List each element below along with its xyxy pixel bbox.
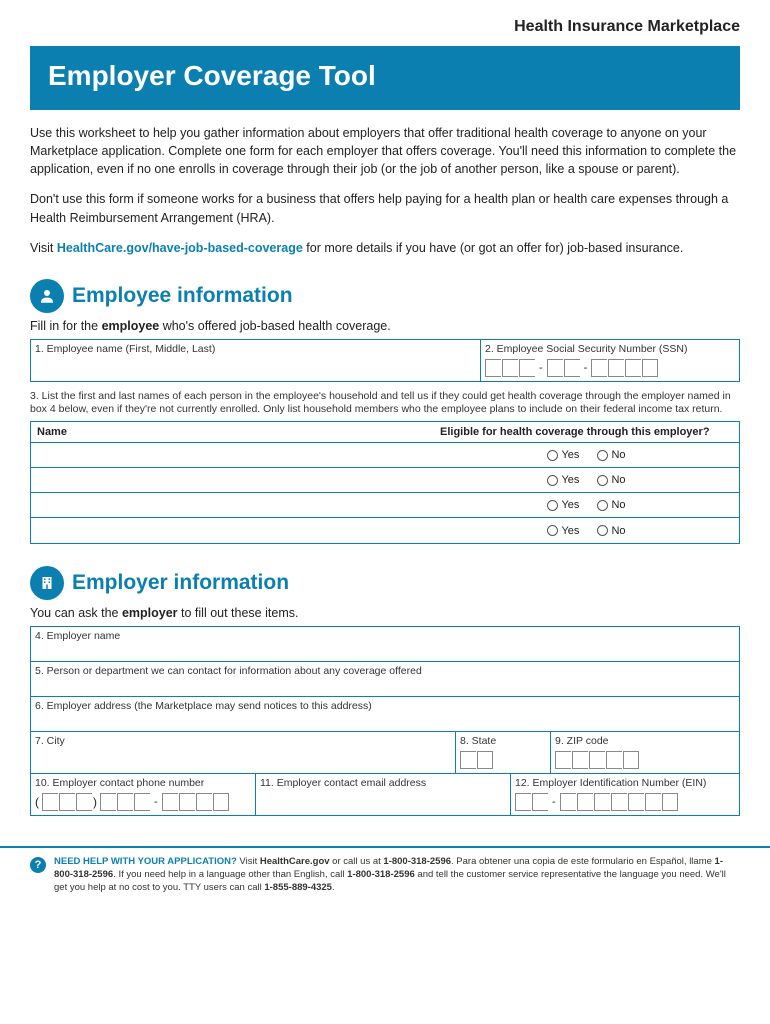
employer-city-field[interactable]: 7. City — [30, 732, 455, 773]
employer-state-field[interactable]: 8. State — [455, 732, 550, 773]
household-name-input[interactable] — [31, 529, 434, 533]
intro-p1: Use this worksheet to help you gather in… — [30, 124, 740, 178]
healthcare-link[interactable]: HealthCare.gov — [260, 856, 330, 867]
eligible-no-radio[interactable]: No — [597, 499, 625, 511]
household-header: Name Eligible for health coverage throug… — [31, 422, 739, 443]
employee-row-1: 1. Employee name (First, Middle, Last) 2… — [30, 339, 740, 382]
eligible-yes-radio[interactable]: Yes — [547, 449, 579, 461]
question-icon: ? — [30, 857, 46, 873]
household-row: Yes No — [31, 493, 739, 518]
employer-email-field[interactable]: 11. Employer contact email address — [255, 774, 510, 815]
employer-ein-field[interactable]: 12. Employer Identification Number (EIN)… — [510, 774, 740, 815]
help-text: NEED HELP WITH YOUR APPLICATION? Visit H… — [54, 856, 740, 894]
employer-subtext: You can ask the employer to fill out the… — [30, 606, 740, 620]
employer-zip-field[interactable]: 9. ZIP code — [550, 732, 740, 773]
employer-address-field[interactable]: 6. Employer address (the Marketplace may… — [30, 697, 740, 731]
employer-heading: Employer information — [72, 571, 289, 595]
employee-ssn-field[interactable]: 2. Employee Social Security Number (SSN)… — [480, 340, 740, 381]
page-title: Employer Coverage Tool — [30, 46, 740, 110]
ssn-boxes[interactable]: - - — [485, 357, 735, 379]
household-name-input[interactable] — [31, 503, 434, 507]
employer-contact-person-field[interactable]: 5. Person or department we can contact f… — [30, 662, 740, 696]
intro-text: Use this worksheet to help you gather in… — [30, 124, 740, 257]
employee-name-field[interactable]: 1. Employee name (First, Middle, Last) — [30, 340, 480, 381]
person-icon — [30, 279, 64, 313]
employer-fields: 4. Employer name 5. Person or department… — [30, 626, 740, 816]
building-icon — [30, 566, 64, 600]
household-row: Yes No — [31, 468, 739, 493]
employee-section-header: Employee information — [30, 279, 740, 313]
job-coverage-link[interactable]: HealthCare.gov/have-job-based-coverage — [57, 241, 303, 255]
household-row: Yes No — [31, 443, 739, 468]
eligible-yes-radio[interactable]: Yes — [547, 525, 579, 537]
household-name-input[interactable] — [31, 453, 434, 457]
household-name-input[interactable] — [31, 478, 434, 482]
eligible-yes-radio[interactable]: Yes — [547, 474, 579, 486]
household-table: Name Eligible for health coverage throug… — [30, 421, 740, 544]
employee-subtext: Fill in for the employee who's offered j… — [30, 319, 740, 333]
eligible-no-radio[interactable]: No — [597, 525, 625, 537]
employer-phone-field[interactable]: 10. Employer contact phone number ( ) - — [30, 774, 255, 815]
intro-p3: Visit HealthCare.gov/have-job-based-cove… — [30, 239, 740, 257]
intro-p2: Don't use this form if someone works for… — [30, 190, 740, 226]
household-row: Yes No — [31, 518, 739, 543]
eligible-no-radio[interactable]: No — [597, 449, 625, 461]
brand-title: Health Insurance Marketplace — [30, 18, 740, 36]
eligible-yes-radio[interactable]: Yes — [547, 499, 579, 511]
household-note: 3. List the first and last names of each… — [30, 390, 740, 417]
employer-section-header: Employer information — [30, 566, 740, 600]
help-footer: ? NEED HELP WITH YOUR APPLICATION? Visit… — [0, 846, 770, 908]
col-name: Name — [31, 422, 434, 442]
employer-name-field[interactable]: 4. Employer name — [30, 627, 740, 661]
employee-heading: Employee information — [72, 284, 293, 308]
eligible-no-radio[interactable]: No — [597, 474, 625, 486]
col-eligible: Eligible for health coverage through thi… — [434, 422, 739, 442]
